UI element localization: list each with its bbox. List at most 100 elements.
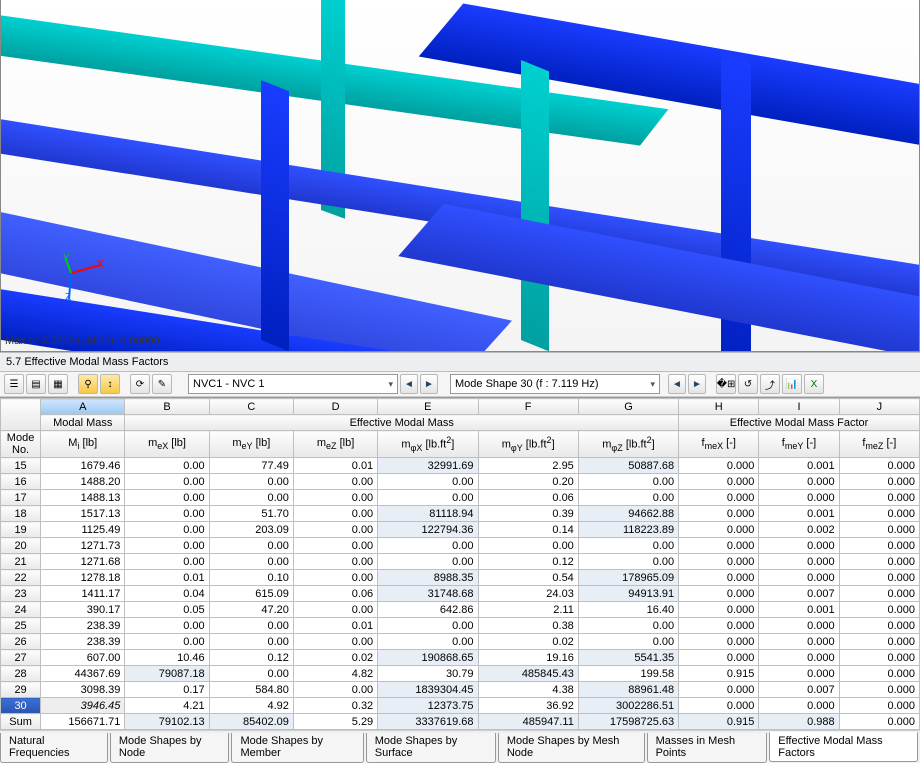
toolbar-btn-a[interactable]: �⊞ — [716, 374, 736, 394]
cell[interactable]: 0.000 — [839, 682, 919, 698]
cell[interactable]: 0.000 — [839, 570, 919, 586]
cell[interactable]: 0.00 — [293, 570, 377, 586]
row-header[interactable]: 22 — [1, 570, 41, 586]
tab[interactable]: Mode Shapes by Surface — [366, 733, 496, 763]
cell[interactable]: 178965.09 — [578, 570, 678, 586]
cell[interactable]: 4.92 — [209, 698, 293, 714]
row-header[interactable]: 26 — [1, 634, 41, 650]
cell[interactable]: 0.00 — [209, 554, 293, 570]
cell[interactable]: 12373.75 — [378, 698, 478, 714]
cell[interactable]: 0.007 — [759, 586, 839, 602]
cell[interactable]: 0.988 — [759, 714, 839, 730]
cell[interactable]: 36.92 — [478, 698, 578, 714]
cell[interactable]: 1271.68 — [41, 554, 125, 570]
cell[interactable]: 0.00 — [293, 474, 377, 490]
cell[interactable]: 0.00 — [378, 490, 478, 506]
cell[interactable]: 0.14 — [478, 522, 578, 538]
cell[interactable]: 190868.65 — [378, 650, 478, 666]
tab[interactable]: Mode Shapes by Member — [231, 733, 363, 763]
toolbar-btn-excel[interactable]: X — [804, 374, 824, 394]
cell[interactable]: 0.000 — [839, 474, 919, 490]
cell[interactable]: 0.00 — [209, 474, 293, 490]
table-row[interactable]: 161488.200.000.000.000.000.200.000.0000.… — [1, 474, 920, 490]
toolbar-btn-refresh[interactable]: ⟳ — [130, 374, 150, 394]
cell[interactable]: 0.00 — [378, 634, 478, 650]
cell[interactable]: 0.00 — [378, 538, 478, 554]
cell[interactable]: 0.12 — [209, 650, 293, 666]
toolbar-btn-c[interactable]: ⤴ — [760, 374, 780, 394]
cell[interactable]: 0.00 — [293, 602, 377, 618]
cell[interactable]: 0.001 — [759, 458, 839, 474]
cell[interactable]: 0.00 — [125, 458, 209, 474]
cell[interactable]: 24.03 — [478, 586, 578, 602]
cell[interactable]: 0.000 — [679, 650, 759, 666]
cell[interactable]: 0.00 — [578, 490, 678, 506]
table-row[interactable]: 201271.730.000.000.000.000.000.000.0000.… — [1, 538, 920, 554]
cell[interactable]: 485845.43 — [478, 666, 578, 682]
cell[interactable]: 0.000 — [839, 538, 919, 554]
row-header[interactable]: 25 — [1, 618, 41, 634]
cell[interactable]: 0.000 — [759, 554, 839, 570]
toolbar-btn-sort[interactable]: ↕ — [100, 374, 120, 394]
table-row[interactable]: 2844367.6979087.180.004.8230.79485845.43… — [1, 666, 920, 682]
tab[interactable]: Mode Shapes by Node — [110, 733, 230, 763]
cell[interactable]: 0.000 — [759, 570, 839, 586]
cell[interactable]: 238.39 — [41, 634, 125, 650]
table-row[interactable]: 26238.390.000.000.000.000.020.000.0000.0… — [1, 634, 920, 650]
cell[interactable]: 0.00 — [125, 634, 209, 650]
cell[interactable]: 0.000 — [839, 698, 919, 714]
cell[interactable]: 0.000 — [679, 698, 759, 714]
cell[interactable]: 0.000 — [679, 602, 759, 618]
cell[interactable]: 2.95 — [478, 458, 578, 474]
cell[interactable]: 0.00 — [125, 474, 209, 490]
cell[interactable]: 0.001 — [759, 506, 839, 522]
cell[interactable]: 1517.13 — [41, 506, 125, 522]
cell[interactable]: 0.54 — [478, 570, 578, 586]
toolbar-btn-chart[interactable]: 📊 — [782, 374, 802, 394]
cell[interactable]: 584.80 — [209, 682, 293, 698]
col-letter-J[interactable]: J — [839, 399, 919, 415]
cell[interactable]: 3946.45 — [41, 698, 125, 714]
cell[interactable]: 4.38 — [478, 682, 578, 698]
cell[interactable]: 199.58 — [578, 666, 678, 682]
results-table[interactable]: A B C D E F G H I J Modal Mass Effective… — [0, 398, 920, 730]
cell[interactable]: 0.000 — [759, 634, 839, 650]
cell[interactable]: 0.02 — [293, 650, 377, 666]
cell[interactable]: 0.000 — [679, 554, 759, 570]
cell[interactable]: 0.00 — [293, 490, 377, 506]
cell[interactable]: 5.29 — [293, 714, 377, 730]
row-header[interactable]: 30 — [1, 698, 41, 714]
cell[interactable]: 0.00 — [125, 554, 209, 570]
cell[interactable]: 0.00 — [125, 538, 209, 554]
cell[interactable]: 0.007 — [759, 682, 839, 698]
next-mode-button[interactable]: ► — [688, 374, 706, 394]
cell[interactable]: 0.01 — [125, 570, 209, 586]
cell[interactable]: 0.00 — [209, 538, 293, 554]
row-header[interactable]: 21 — [1, 554, 41, 570]
toolbar-btn-1[interactable]: ☰ — [4, 374, 24, 394]
cell[interactable]: 0.39 — [478, 506, 578, 522]
cell[interactable]: 0.000 — [839, 458, 919, 474]
cell[interactable]: 615.09 — [209, 586, 293, 602]
col-corner[interactable] — [1, 399, 41, 431]
table-row[interactable]: 191125.490.00203.090.00122794.360.141182… — [1, 522, 920, 538]
cell[interactable]: 19.16 — [478, 650, 578, 666]
cell[interactable]: 0.05 — [125, 602, 209, 618]
cell[interactable]: 0.000 — [839, 650, 919, 666]
cell[interactable]: 1679.46 — [41, 458, 125, 474]
cell[interactable]: 1488.20 — [41, 474, 125, 490]
cell[interactable]: 0.000 — [679, 506, 759, 522]
cell[interactable]: 0.00 — [478, 538, 578, 554]
table-row[interactable]: 27607.0010.460.120.02190868.6519.165541.… — [1, 650, 920, 666]
cell[interactable]: 0.000 — [679, 538, 759, 554]
table-row[interactable]: 303946.454.214.920.3212373.7536.92300228… — [1, 698, 920, 714]
cell[interactable]: 0.17 — [125, 682, 209, 698]
table-row[interactable]: 181517.130.0051.700.0081118.940.3994662.… — [1, 506, 920, 522]
col-letter-G[interactable]: G — [578, 399, 678, 415]
cell[interactable]: 118223.89 — [578, 522, 678, 538]
cell[interactable]: 0.000 — [839, 586, 919, 602]
mode-shape-combo[interactable]: Mode Shape 30 (f : 7.119 Hz) — [450, 374, 660, 394]
cell[interactable]: 0.06 — [478, 490, 578, 506]
row-header[interactable]: 20 — [1, 538, 41, 554]
row-header[interactable]: 15 — [1, 458, 41, 474]
